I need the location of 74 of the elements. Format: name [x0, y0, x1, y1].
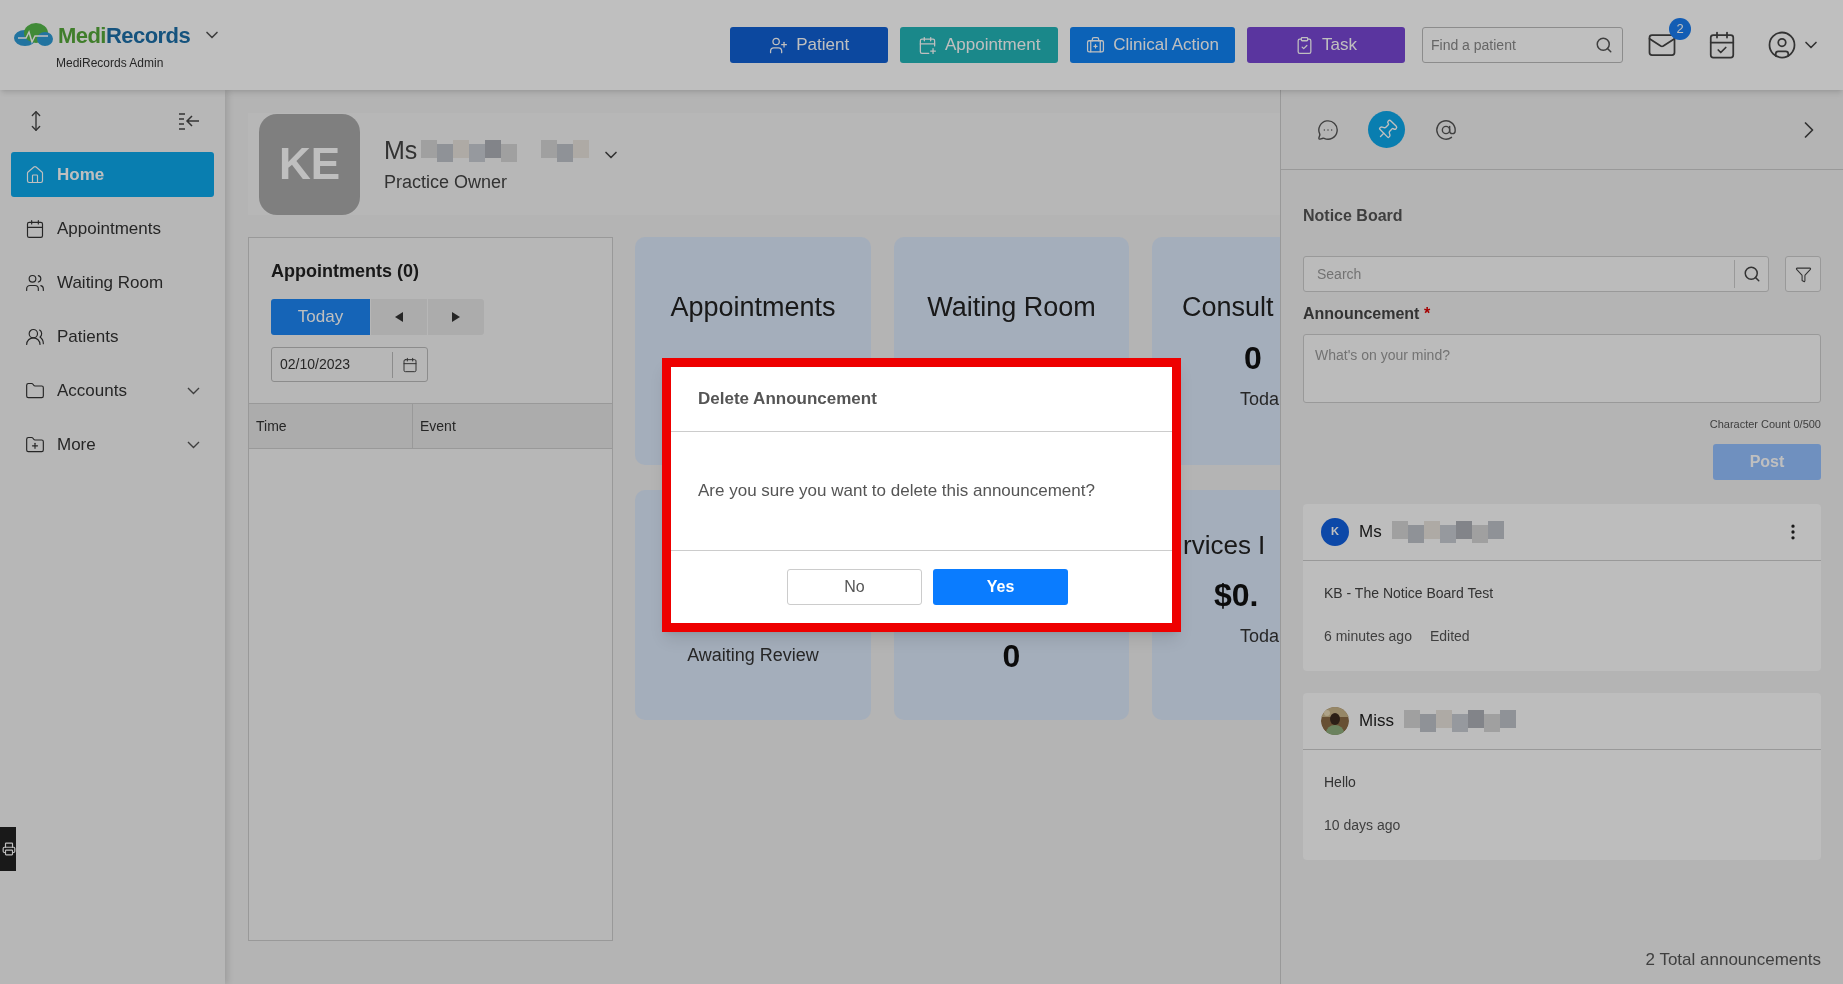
card-title: rvices I — [1182, 529, 1266, 562]
character-count: Character Count 0/500 — [1709, 417, 1821, 432]
clipboard-check-icon — [1295, 35, 1314, 55]
announcement-total: 2 Total announcements — [1645, 948, 1821, 971]
card-caption: Awaiting Review — [687, 644, 819, 667]
nav-item[interactable]: Home — [11, 152, 214, 197]
card-caption: Toda — [1239, 625, 1280, 648]
author-name: Ms — [1359, 520, 1382, 543]
search-icon — [1595, 36, 1613, 54]
user-avatar: K — [1321, 517, 1349, 546]
author-name: Miss — [1359, 709, 1394, 732]
announcement-text: Hello — [1324, 772, 1357, 792]
dialog-button[interactable]: Yes — [933, 569, 1068, 605]
search-icon — [1743, 265, 1761, 283]
profile-role: Practice Owner — [384, 171, 509, 195]
calendar-check-icon[interactable] — [1707, 30, 1737, 60]
today-button[interactable]: Today — [271, 299, 370, 335]
nav-item[interactable]: Patients — [11, 314, 214, 359]
dialog-title: Delete Announcement — [671, 367, 1172, 432]
filter-button[interactable] — [1785, 256, 1821, 292]
logo-text: MediRecords — [58, 21, 191, 50]
action-button[interactable]: Clinical Action — [1070, 27, 1235, 63]
calendar-plus-icon — [917, 35, 937, 55]
card-caption: Toda — [1239, 387, 1280, 411]
announcement-text: KB - The Notice Board Test — [1324, 583, 1495, 603]
card-value: 0 — [1002, 637, 1021, 676]
folder-icon — [25, 380, 45, 401]
left-triangle-icon — [395, 312, 403, 322]
user-icon[interactable] — [1767, 30, 1797, 60]
post-time: 10 days ago — [1324, 815, 1401, 835]
panel-heading: Notice Board — [1303, 206, 1404, 226]
right-triangle-icon — [452, 312, 460, 322]
people-icon — [25, 272, 45, 293]
cloud-logo-icon — [12, 22, 54, 48]
calendar-icon — [402, 356, 418, 373]
column-header: Time — [249, 404, 413, 448]
panel-title: Appointments (0) — [271, 260, 420, 283]
dialog-message: Are you sure you want to delete this announcement? — [671, 432, 1172, 551]
nav-item[interactable]: Waiting Room — [11, 260, 214, 305]
profile-avatar: KE — [259, 113, 360, 215]
patient-search-field[interactable]: Find a patient — [1422, 27, 1623, 63]
card-value: $0. — [1213, 576, 1259, 615]
folder-plus-icon — [25, 434, 45, 455]
medical-briefcase-icon — [1086, 35, 1106, 55]
profile-name: Ms — [384, 134, 418, 166]
account-subtitle: MediRecords Admin — [55, 54, 165, 72]
calendar-icon — [25, 218, 45, 239]
user-plus-icon — [769, 35, 789, 55]
people-icon — [25, 326, 45, 347]
column-header: Event — [419, 416, 457, 436]
redacted-name — [541, 139, 590, 162]
side-tab[interactable] — [0, 827, 16, 871]
edited-label: Edited — [1429, 626, 1470, 646]
filter-icon — [1794, 265, 1812, 283]
nav-item[interactable]: Accounts — [11, 368, 214, 413]
dialog-button[interactable]: No — [787, 569, 922, 605]
action-button[interactable]: Patient — [730, 27, 889, 63]
card-value: 0 — [1243, 338, 1262, 378]
notice-search-field[interactable]: Search — [1303, 256, 1769, 292]
announcement-field[interactable]: What's on your mind? — [1303, 334, 1821, 403]
nav-item[interactable]: Appointments — [11, 206, 214, 251]
field-label: Announcement * — [1303, 304, 1432, 324]
nav-item[interactable]: More — [11, 422, 214, 467]
action-button[interactable]: Task — [1247, 27, 1405, 63]
card-title: Appointments — [670, 291, 836, 324]
at-sign-icon — [1434, 118, 1457, 141]
home-icon — [25, 164, 45, 185]
date-field[interactable]: 02/10/2023 — [271, 347, 428, 382]
card-title: Consult — [1181, 291, 1274, 324]
post-time: 6 minutes ago — [1324, 626, 1412, 646]
chat-icon — [1316, 118, 1339, 141]
notification-badge: 2 — [1669, 18, 1691, 40]
collapse-menu-icon[interactable] — [178, 112, 200, 130]
card-title: Waiting Room — [927, 291, 1096, 324]
